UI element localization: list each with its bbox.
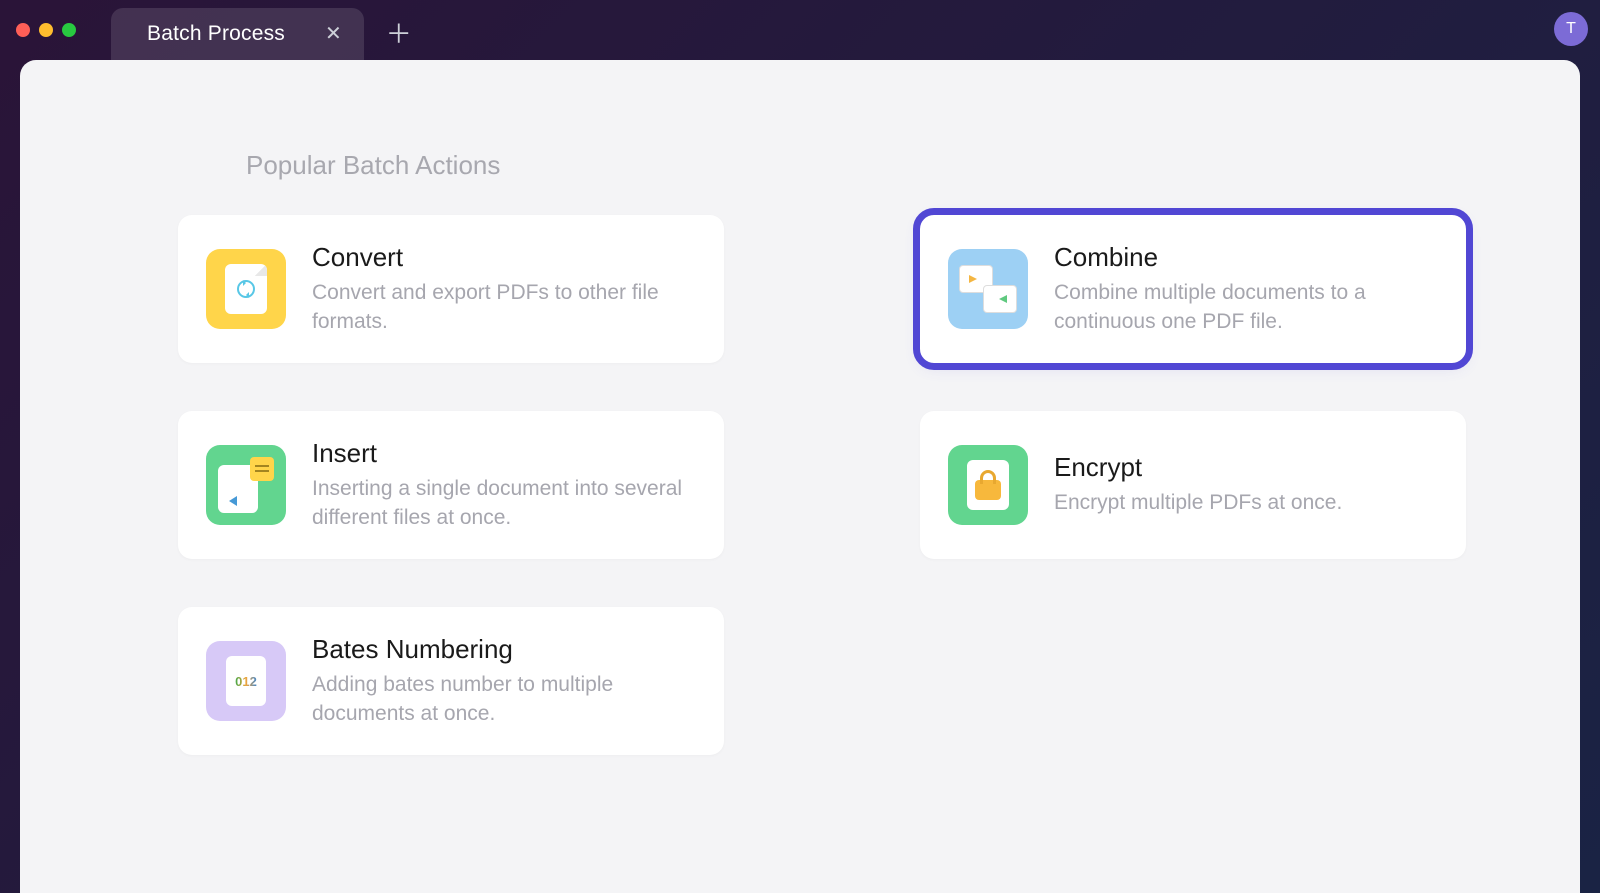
card-desc: Encrypt multiple PDFs at once.	[1054, 489, 1342, 517]
card-title: Insert	[312, 438, 696, 469]
card-title: Combine	[1054, 242, 1438, 273]
tab-strip: Batch Process ✕ ＋	[111, 0, 412, 60]
card-desc: Convert and export PDFs to other file fo…	[312, 279, 696, 336]
card-encrypt[interactable]: Encrypt Encrypt multiple PDFs at once.	[920, 411, 1466, 559]
card-title: Bates Numbering	[312, 634, 696, 665]
encrypt-icon	[948, 445, 1028, 525]
bates-number-badge: 012	[235, 674, 257, 689]
bates-icon: 012	[206, 641, 286, 721]
section-title: Popular Batch Actions	[246, 150, 1510, 181]
insert-icon	[206, 445, 286, 525]
avatar[interactable]: T	[1554, 12, 1588, 46]
combine-icon	[948, 249, 1028, 329]
card-convert[interactable]: Convert Convert and export PDFs to other…	[178, 215, 724, 363]
card-desc: Adding bates number to multiple document…	[312, 671, 696, 728]
close-tab-icon[interactable]: ✕	[325, 24, 342, 44]
convert-icon	[206, 249, 286, 329]
card-insert[interactable]: Insert Inserting a single document into …	[178, 411, 724, 559]
card-combine[interactable]: Combine Combine multiple documents to a …	[920, 215, 1466, 363]
window-maximize-button[interactable]	[62, 23, 76, 37]
card-desc: Combine multiple documents to a continuo…	[1054, 279, 1438, 336]
tab-batch-process[interactable]: Batch Process ✕	[111, 8, 364, 60]
tab-title: Batch Process	[147, 22, 285, 46]
window-close-button[interactable]	[16, 23, 30, 37]
new-tab-button[interactable]: ＋	[386, 21, 412, 47]
content-area: Popular Batch Actions Convert Convert an…	[20, 60, 1580, 893]
card-bates-numbering[interactable]: 012 Bates Numbering Adding bates number …	[178, 607, 724, 755]
avatar-initial: T	[1566, 20, 1576, 38]
card-title: Encrypt	[1054, 452, 1342, 483]
card-title: Convert	[312, 242, 696, 273]
card-desc: Inserting a single document into several…	[312, 475, 696, 532]
batch-actions-grid: Convert Convert and export PDFs to other…	[178, 215, 1510, 755]
window-minimize-button[interactable]	[39, 23, 53, 37]
titlebar: Batch Process ✕ ＋ T	[0, 0, 1600, 60]
